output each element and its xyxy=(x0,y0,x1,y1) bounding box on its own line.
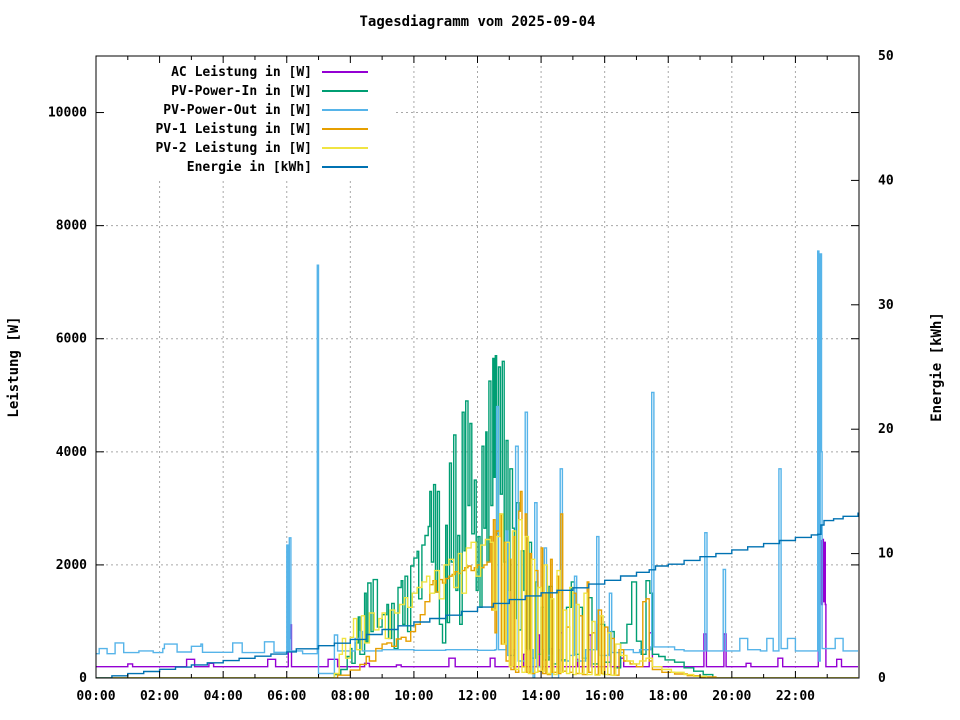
x-tick-label: 00:00 xyxy=(76,689,115,704)
legend: AC Leistung in [W] PV-Power-In in [W] PV-P… xyxy=(103,60,393,178)
y-tick-label-right: 20 xyxy=(878,422,894,437)
y-tick-label-right: 40 xyxy=(878,173,894,188)
x-tick-label: 06:00 xyxy=(267,689,306,704)
plot-svg: AC Leistung in [W] PV-Power-In in [W] PV-P… xyxy=(48,49,894,704)
y-tick-label-right: 10 xyxy=(878,547,894,562)
y-tick-label-left: 2000 xyxy=(56,558,87,573)
y-tick-label-left: 4000 xyxy=(56,445,87,460)
legend-label: AC Leistung in [W] xyxy=(171,65,312,80)
y-tick-label-right: 0 xyxy=(878,671,886,686)
y-tick-label-left: 0 xyxy=(79,671,87,686)
x-tick-label: 04:00 xyxy=(204,689,243,704)
x-tick-label: 08:00 xyxy=(331,689,370,704)
legend-label: Energie in [kWh] xyxy=(187,160,312,175)
y-tick-label-right: 50 xyxy=(878,49,894,64)
y-tick-label-left: 10000 xyxy=(48,106,87,121)
x-tick-label: 20:00 xyxy=(712,689,751,704)
legend-label: PV-Power-Out in [W] xyxy=(163,103,312,118)
legend-label: PV-2 Leistung in [W] xyxy=(155,141,312,156)
x-tick-label: 10:00 xyxy=(394,689,433,704)
x-tick-label: 22:00 xyxy=(776,689,815,704)
legend-label: PV-Power-In in [W] xyxy=(171,84,312,99)
y-tick-label-left: 8000 xyxy=(56,219,87,234)
y-tick-label-left: 6000 xyxy=(56,332,87,347)
x-tick-label: 14:00 xyxy=(522,689,561,704)
legend-label: PV-1 Leistung in [W] xyxy=(155,122,312,137)
x-tick-label: 12:00 xyxy=(458,689,497,704)
x-tick-label: 02:00 xyxy=(140,689,179,704)
x-tick-label: 16:00 xyxy=(585,689,624,704)
series-line-pv-power-out-in-w- xyxy=(96,250,858,678)
series-group xyxy=(96,250,859,678)
x-tick-label: 18:00 xyxy=(649,689,688,704)
y-tick-label-right: 30 xyxy=(878,298,894,313)
daily-pv-chart: Tagesdiagramm vom 2025-09-04 Leistung [W… xyxy=(0,0,960,720)
